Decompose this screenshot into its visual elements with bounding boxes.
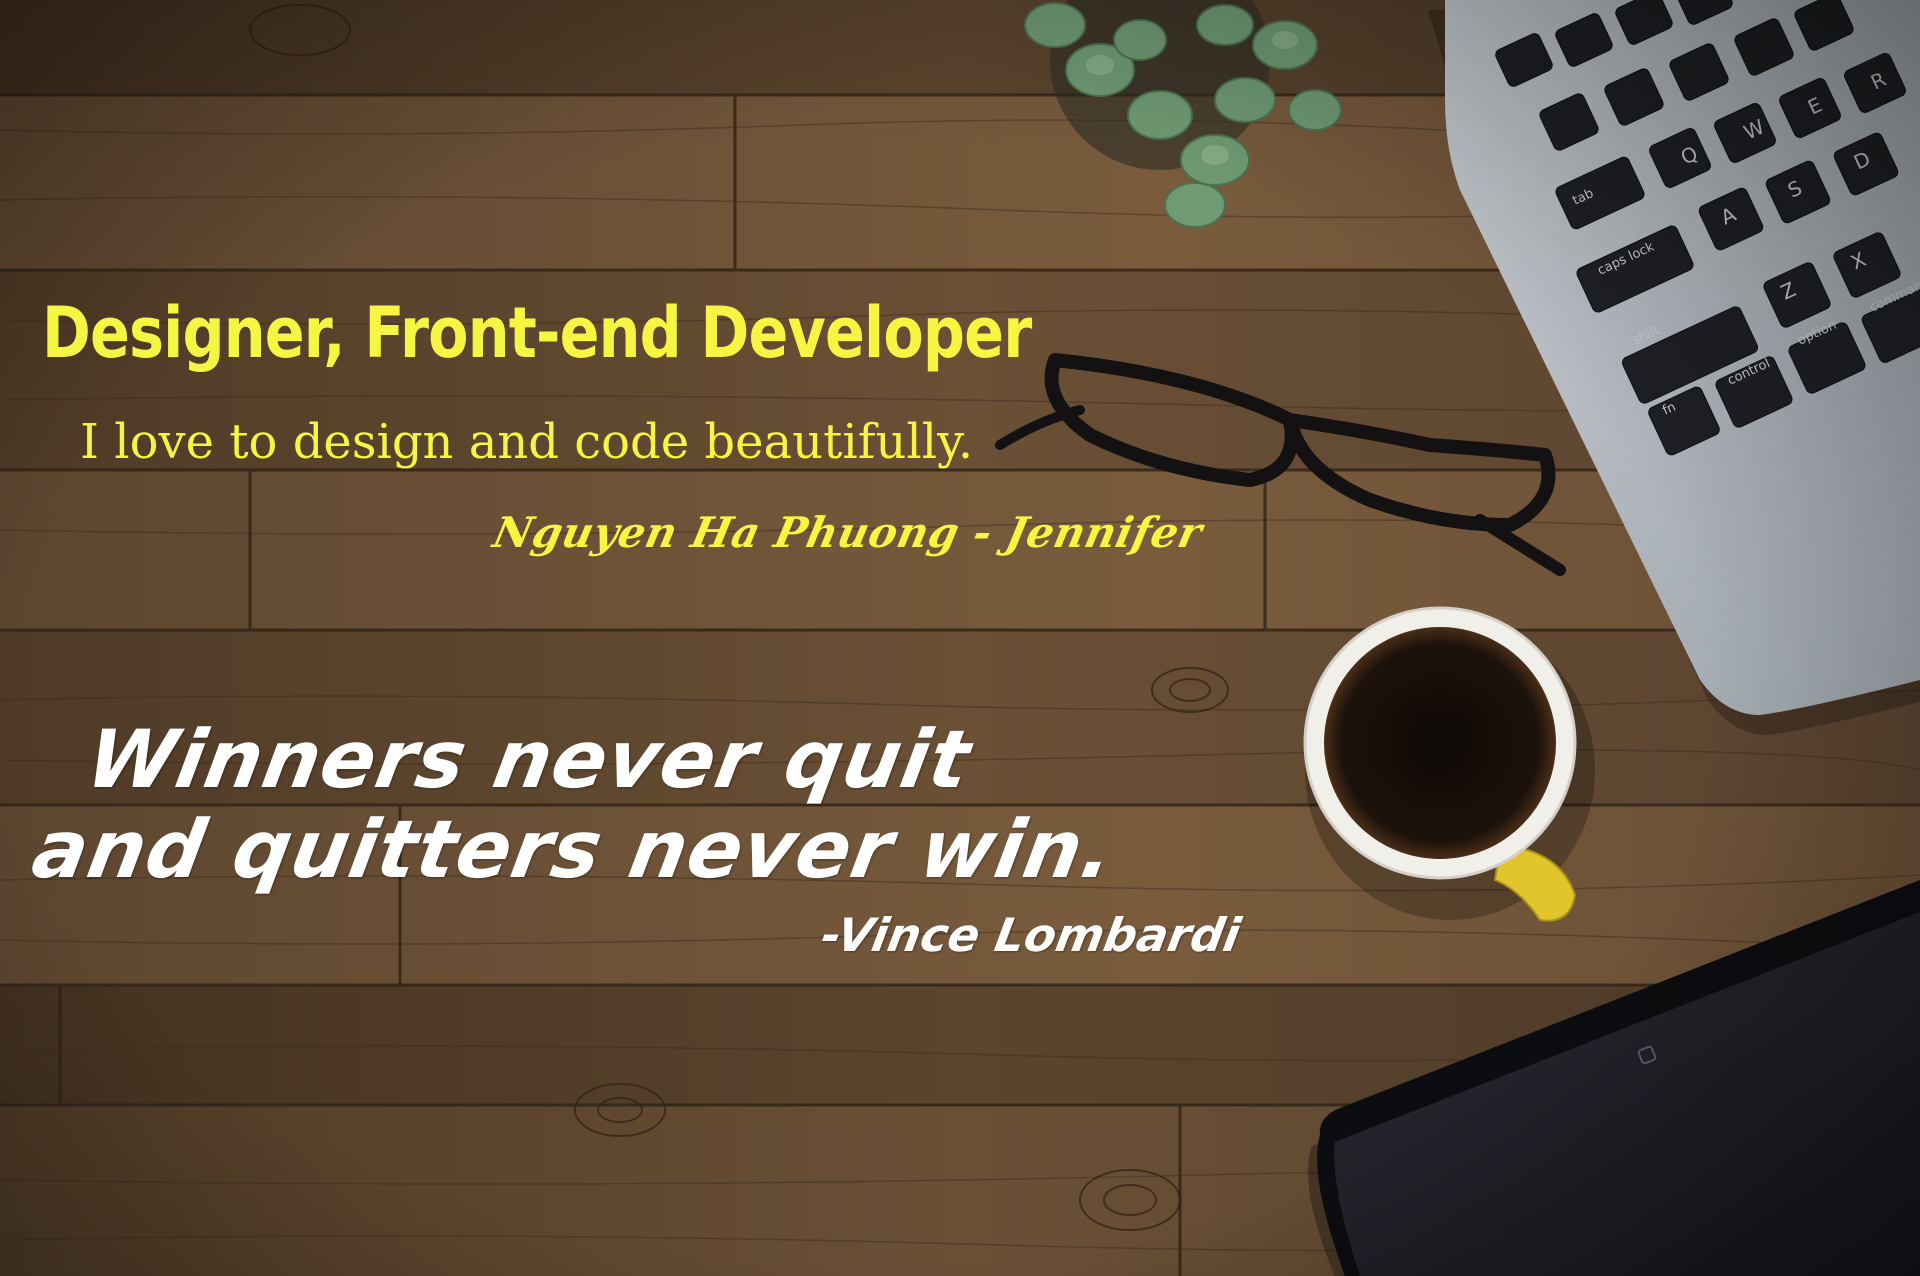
quote-line-1: Winners never quit xyxy=(79,713,978,806)
headline: Designer, Front-end Developer xyxy=(42,292,1032,374)
signature: Nguyen Ha Phuong - Jennifer xyxy=(488,508,1207,557)
desk-background: tab caps lock shift fn control option co… xyxy=(0,0,1920,1276)
tagline: I love to design and code beautifully. xyxy=(80,414,974,470)
quote-author: -Vince Lombardi xyxy=(817,908,1245,962)
quote-line-2: and quitters never win. xyxy=(25,803,1123,896)
desk-scene: tab caps lock shift fn control option co… xyxy=(0,0,1920,1276)
